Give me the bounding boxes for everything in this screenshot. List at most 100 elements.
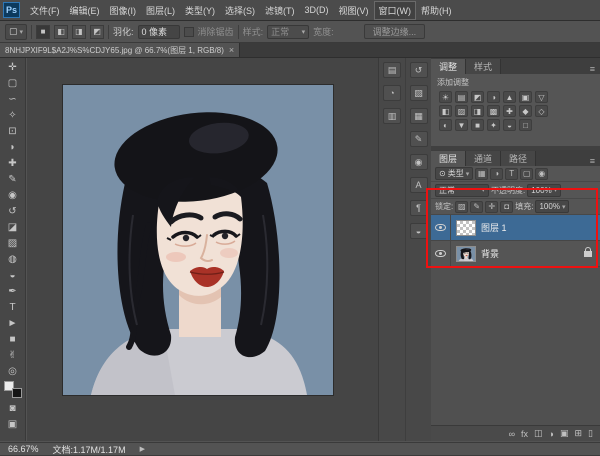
style-dropdown[interactable]: 正常 ▾: [267, 25, 309, 39]
menu-item-window[interactable]: 窗口(W): [374, 1, 417, 20]
paragraph-panel-icon[interactable]: ¶: [410, 200, 428, 216]
adjustment-icon[interactable]: □: [519, 119, 532, 131]
panel-menu-icon[interactable]: ≡: [585, 64, 600, 74]
tab-layers[interactable]: 图层: [431, 151, 466, 166]
adjustment-icon[interactable]: ◆: [519, 105, 532, 117]
eraser-tool[interactable]: ◪: [2, 219, 24, 235]
tool-preset-picker[interactable]: ▢ ▾: [5, 24, 27, 40]
adjustment-icon[interactable]: ◒: [503, 119, 516, 131]
quick-selection-tool[interactable]: ✧: [2, 107, 24, 123]
document-tab[interactable]: 8NHJPXIF9L$A2J%S%CDJY65.jpg @ 66.7%(图层 1…: [0, 43, 240, 57]
filter-shape-layers-icon[interactable]: ▢: [520, 168, 533, 180]
lock-transparent-icon[interactable]: ▨: [455, 201, 468, 213]
character-panel-icon[interactable]: A: [410, 177, 428, 193]
layer-row-background[interactable]: 背景: [431, 241, 600, 267]
adjustment-icon[interactable]: ▤: [455, 91, 468, 103]
new-layer-icon[interactable]: ⊞: [575, 428, 583, 439]
adjustment-icon[interactable]: ▼: [455, 119, 468, 131]
new-group-icon[interactable]: ▣: [560, 428, 569, 439]
filter-adjustment-layers-icon[interactable]: ◑: [490, 168, 503, 180]
clone-source-panel-icon[interactable]: ◉: [410, 154, 428, 170]
brush-panel-icon[interactable]: ✎: [410, 131, 428, 147]
fill-dropdown[interactable]: 100% ▾: [535, 200, 569, 213]
menu-item-type[interactable]: 类型(Y): [180, 1, 220, 20]
color-swatches[interactable]: [4, 381, 22, 398]
adjustment-icon[interactable]: ◧: [439, 105, 452, 117]
type-tool[interactable]: T: [2, 299, 24, 315]
filter-pixel-layers-icon[interactable]: ▦: [475, 168, 488, 180]
adjustment-icon[interactable]: ▽: [535, 91, 548, 103]
opacity-dropdown[interactable]: 100% ▾: [527, 184, 561, 197]
brush-tool[interactable]: ✎: [2, 171, 24, 187]
quick-mask-tool[interactable]: ◙: [2, 400, 24, 416]
panel-menu-icon[interactable]: ≡: [585, 156, 600, 166]
history-panel-icon[interactable]: ↺: [410, 62, 428, 78]
adjustment-icon[interactable]: ◨: [471, 105, 484, 117]
blur-tool[interactable]: ◍: [2, 251, 24, 267]
layer1-thumbnail[interactable]: [456, 220, 476, 236]
selection-add-icon[interactable]: ◧: [54, 25, 68, 39]
visibility-toggle[interactable]: [431, 215, 451, 241]
link-layers-icon[interactable]: ∞: [509, 429, 515, 439]
color-panel-icon[interactable]: ▨: [410, 85, 428, 101]
dodge-tool[interactable]: ◒: [2, 267, 24, 283]
adjustment-icon[interactable]: ▲: [503, 91, 516, 103]
lock-position-icon[interactable]: ✛: [485, 201, 498, 213]
menu-item-view[interactable]: 视图(V): [334, 1, 374, 20]
lock-pixels-icon[interactable]: ✎: [470, 201, 483, 213]
crop-tool[interactable]: ⊡: [2, 123, 24, 139]
hand-tool[interactable]: ✌: [2, 347, 24, 363]
rectangular-marquee-tool[interactable]: ▢: [2, 75, 24, 91]
adjustment-icon[interactable]: ◐: [439, 119, 452, 131]
eyedropper-tool[interactable]: ◗: [2, 139, 24, 155]
adjustment-icon[interactable]: ▩: [487, 105, 500, 117]
spot-healing-brush-tool[interactable]: ✚: [2, 155, 24, 171]
adjustment-icon[interactable]: ☀: [439, 91, 452, 103]
selection-new-icon[interactable]: ■: [36, 25, 50, 39]
adjustment-icon[interactable]: ▨: [455, 105, 468, 117]
adjustment-icon[interactable]: ▣: [519, 91, 532, 103]
add-layer-mask-icon[interactable]: ◫: [534, 428, 543, 439]
tab-styles[interactable]: 样式: [466, 59, 501, 74]
screen-mode-tool[interactable]: ▣: [2, 416, 24, 432]
menu-item-help[interactable]: 帮助(H): [416, 1, 457, 20]
adjustment-icon[interactable]: ◇: [535, 105, 548, 117]
menu-item-file[interactable]: 文件(F): [25, 1, 65, 20]
feather-input[interactable]: 0 像素: [138, 25, 180, 39]
adjustment-icon[interactable]: ✚: [503, 105, 516, 117]
layer-filter-dropdown[interactable]: ⊙ 类型 ▾: [435, 167, 473, 180]
tab-channels[interactable]: 通道: [466, 151, 501, 166]
move-tool[interactable]: ✛: [2, 59, 24, 75]
background-color-swatch[interactable]: [12, 388, 22, 398]
adjustment-icon[interactable]: ✦: [487, 119, 500, 131]
layer-row-layer1[interactable]: 图层 1: [431, 215, 600, 241]
pen-tool[interactable]: ✒: [2, 283, 24, 299]
path-selection-tool[interactable]: ►: [2, 315, 24, 331]
filter-smart-objects-icon[interactable]: ◉: [535, 168, 548, 180]
zoom-tool[interactable]: ◎: [2, 363, 24, 379]
lasso-tool[interactable]: ∽: [2, 91, 24, 107]
timeline-panel-icon[interactable]: ◒: [410, 223, 428, 239]
history-brush-tool[interactable]: ↺: [2, 203, 24, 219]
info-panel-icon[interactable]: ◔: [383, 85, 401, 101]
tab-paths[interactable]: 路径: [501, 151, 536, 166]
selection-subtract-icon[interactable]: ◨: [72, 25, 86, 39]
selection-intersect-icon[interactable]: ◩: [90, 25, 104, 39]
menu-item-layer[interactable]: 图层(L): [141, 1, 180, 20]
adjustment-icon[interactable]: ◩: [471, 91, 484, 103]
gradient-tool[interactable]: ▨: [2, 235, 24, 251]
zoom-level[interactable]: 66.67%: [8, 444, 39, 454]
status-arrow-icon[interactable]: ▶: [140, 445, 145, 453]
canvas-area[interactable]: [27, 58, 378, 441]
menu-item-filter[interactable]: 滤镜(T): [260, 1, 300, 20]
histogram-panel-icon[interactable]: ▥: [383, 108, 401, 124]
menu-item-edit[interactable]: 编辑(E): [65, 1, 105, 20]
visibility-toggle[interactable]: [431, 241, 451, 267]
background-thumbnail[interactable]: [456, 246, 476, 262]
canvas-image[interactable]: [63, 85, 333, 395]
filter-type-layers-icon[interactable]: T: [505, 168, 518, 180]
menu-item-select[interactable]: 选择(S): [220, 1, 260, 20]
blend-mode-dropdown[interactable]: 正常 ▾: [435, 184, 489, 197]
menu-item-image[interactable]: 图像(I): [105, 1, 142, 20]
properties-panel-icon[interactable]: ▤: [383, 62, 401, 78]
